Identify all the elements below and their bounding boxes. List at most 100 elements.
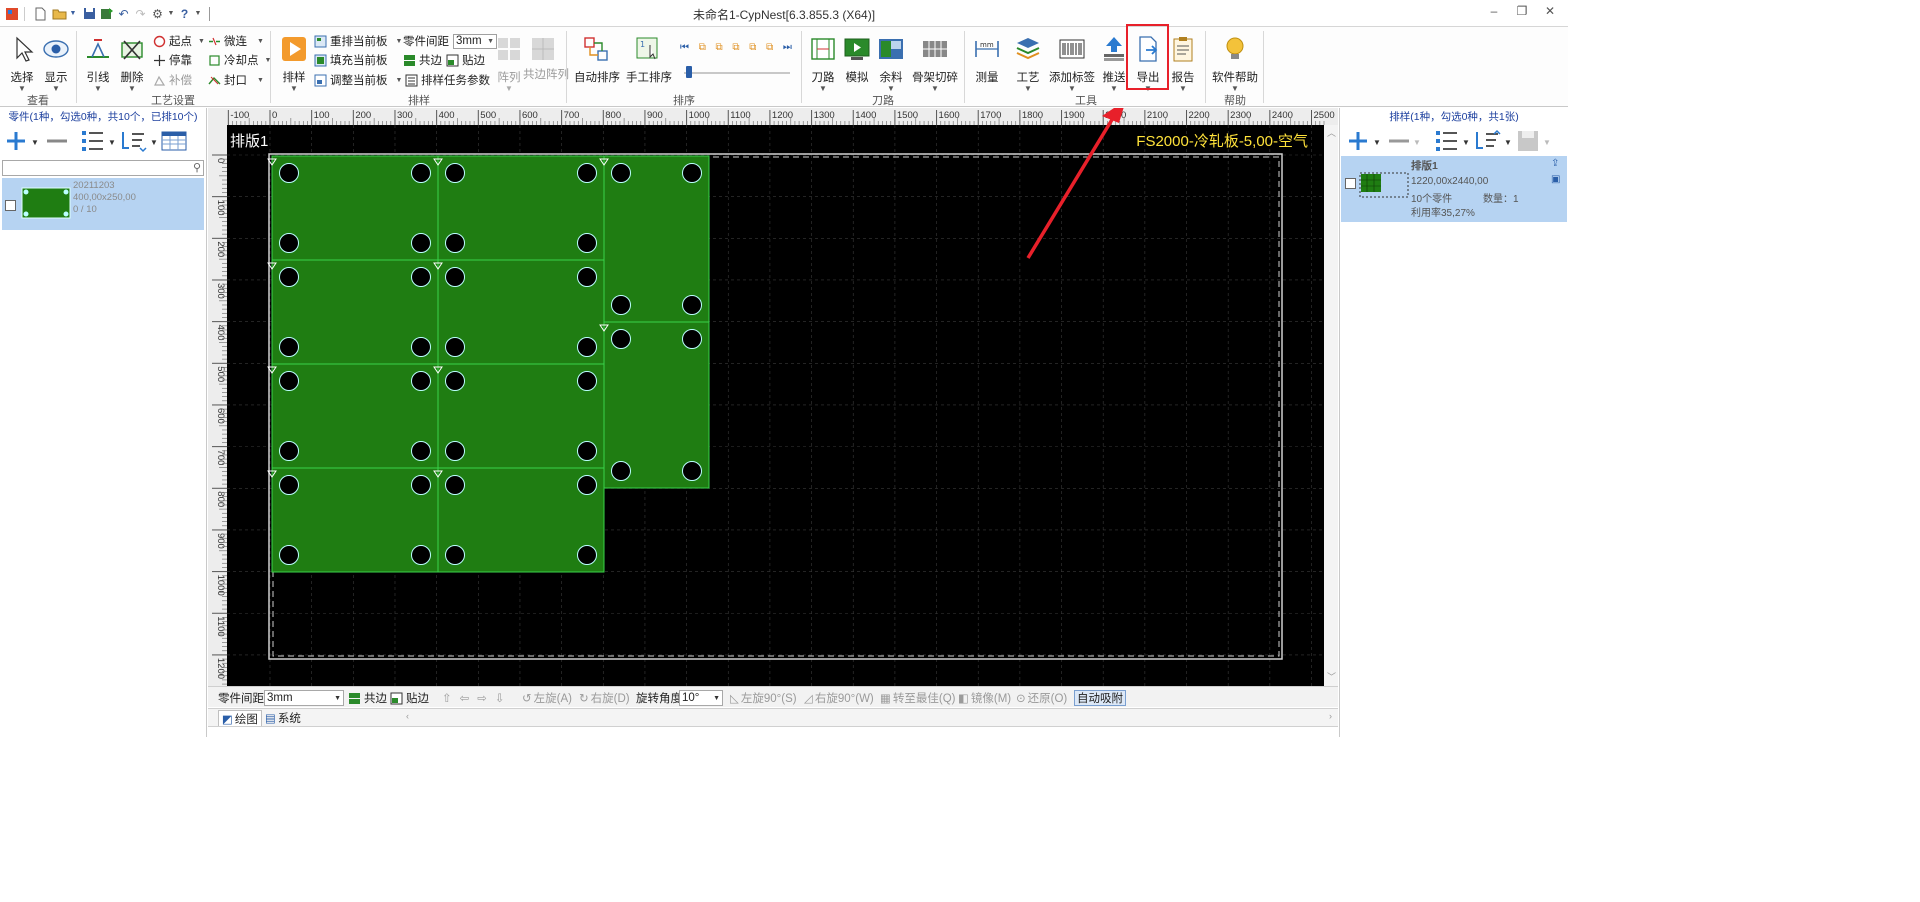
skeleton-cut-button[interactable]: 骨架切碎 ▼ bbox=[912, 33, 958, 93]
bottom-stick-edge-toggle[interactable]: 贴边 bbox=[390, 690, 429, 706]
software-help-button[interactable]: 软件帮助 ▼ bbox=[1212, 33, 1258, 93]
sort-slider[interactable] bbox=[684, 66, 792, 80]
part-hole bbox=[445, 337, 465, 357]
scroll-left-icon[interactable]: ‹ bbox=[406, 711, 409, 721]
rotate-left-button[interactable]: ↺ 左旋(A) bbox=[522, 690, 572, 706]
move-up-icon[interactable]: ⇧ bbox=[442, 691, 452, 705]
sheet-checkbox[interactable] bbox=[1345, 178, 1356, 189]
horizontal-scrollbar[interactable]: ‹ › bbox=[404, 711, 1334, 724]
sheet-detail-icon[interactable]: ▣ bbox=[1551, 174, 1560, 185]
auto-snap-toggle[interactable]: 自动吸附 bbox=[1074, 690, 1126, 706]
tab-draw[interactable]: ◩ 绘图 bbox=[218, 710, 262, 726]
rotate-right-button[interactable]: ↻ 右旋(D) bbox=[579, 690, 630, 706]
list-view-icon[interactable]: ▼ bbox=[80, 129, 116, 153]
manual-sort-icon: 1 bbox=[636, 37, 658, 60]
remnant-icon bbox=[879, 39, 903, 59]
svg-text:▼: ▼ bbox=[1462, 138, 1470, 147]
nest-button[interactable]: 排样 ▼ bbox=[274, 33, 314, 93]
move-right-icon[interactable]: ⇨ bbox=[477, 691, 487, 705]
part-checkbox[interactable] bbox=[5, 200, 16, 211]
seal-button[interactable]: 封口 ▼ bbox=[208, 71, 264, 89]
display-button[interactable]: 显示 ▼ bbox=[36, 33, 76, 93]
stick-edge-toggle[interactable]: 贴边 bbox=[446, 51, 485, 69]
sheet-part-count: 10个零件 bbox=[1411, 194, 1453, 205]
adjust-current-button[interactable]: 调整当前板 ▼ bbox=[314, 71, 402, 89]
ruler-tick-label: 1800 bbox=[1022, 110, 1043, 121]
rotate-best-button[interactable]: ▦ 转至最佳(Q) bbox=[880, 690, 955, 706]
add-sheet-icon[interactable]: ▼ bbox=[1346, 129, 1382, 153]
dropdown-arrow-icon: ▼ bbox=[198, 37, 205, 45]
save-sheet-icon[interactable]: ▼ bbox=[1516, 129, 1552, 153]
stop-point-button[interactable]: 停靠 bbox=[153, 51, 192, 69]
ruler-tick-label: 600 bbox=[522, 110, 538, 121]
fill-current-button[interactable]: 填充当前板 bbox=[314, 51, 388, 69]
ruler-tick-label: 500 bbox=[480, 110, 496, 121]
sheet-upload-icon[interactable]: ⇪ bbox=[1551, 158, 1559, 169]
vertical-scrollbar[interactable] bbox=[1324, 125, 1338, 686]
svg-text:▼: ▼ bbox=[31, 138, 39, 147]
table-view-icon[interactable] bbox=[160, 129, 188, 153]
sort-step-icon[interactable]: ⧉ bbox=[766, 42, 773, 53]
sheet-list-item[interactable]: 排版1 1220,00x2440,00 10个零件 数量：1 利用率35,27%… bbox=[1341, 156, 1567, 222]
restore-button[interactable]: ❐ bbox=[1509, 4, 1535, 22]
remove-part-icon[interactable] bbox=[44, 129, 70, 153]
restore-button[interactable]: ⊙ 还原(O) bbox=[1016, 690, 1067, 706]
sheet-sort-icon[interactable]: ▼ bbox=[1474, 129, 1512, 153]
sort-step-icon[interactable]: ⧉ bbox=[716, 42, 723, 53]
minimize-button[interactable]: – bbox=[1481, 4, 1507, 22]
delete-button[interactable]: 删除 ▼ bbox=[112, 33, 152, 93]
parts-search-input[interactable]: ⚲ bbox=[2, 160, 204, 176]
mirror-button[interactable]: ◧ 镜像(M) bbox=[958, 690, 1011, 706]
part-size: 400,00x250,00 bbox=[73, 192, 136, 203]
sort-step-icon[interactable]: ⧉ bbox=[699, 42, 706, 53]
sheet-name: 排版1 bbox=[1411, 160, 1438, 172]
bottom-common-edge-toggle[interactable]: 共边 bbox=[348, 690, 387, 706]
slider-thumb[interactable] bbox=[686, 66, 692, 78]
part-hole bbox=[611, 163, 631, 183]
part-list-item[interactable]: 20211203 400,00x250,00 0 / 10 bbox=[2, 178, 204, 230]
renest-current-button[interactable]: 重排当前板 ▼ bbox=[314, 32, 402, 50]
search-icon[interactable]: ⚲ bbox=[193, 161, 201, 174]
nest-params-button[interactable]: 排样任务参数 bbox=[405, 71, 490, 89]
compensation-button[interactable]: 补偿 bbox=[153, 71, 192, 89]
auto-sort-button[interactable]: 自动排序 bbox=[574, 33, 620, 93]
skeleton-cut-icon bbox=[923, 41, 947, 57]
tab-system[interactable]: ▤ 系统 bbox=[262, 710, 304, 726]
bottom-part-spacing-input[interactable]: 3mm ▼ bbox=[264, 690, 344, 706]
nesting-canvas[interactable]: -100 0 100 200 300 400 500 600 700 800 900 1000 1100… bbox=[208, 108, 1338, 686]
technology-button[interactable]: 工艺 ▼ bbox=[1008, 33, 1048, 93]
toolpath-icon bbox=[811, 38, 835, 60]
sort-parts-icon[interactable]: ▼ bbox=[120, 129, 158, 153]
title-bar: ▼ ↶ ↷ ⚙ ▼ ? ▼ 未命名1-CypNest[6.3.855.3 (X6… bbox=[0, 0, 1568, 27]
scroll-down-icon[interactable]: ﹀ bbox=[1327, 672, 1336, 682]
sort-step-icon[interactable]: ⧉ bbox=[749, 42, 756, 53]
rotate-left-90-button[interactable]: ◺ 左旋90°(S) bbox=[730, 690, 797, 706]
sheets-panel: 排样(1种，勾选0种，共1张) ▼ ▼ ▼ ▼ ▼ 排版1 1220,00x24… bbox=[1339, 108, 1568, 737]
scroll-right-icon[interactable]: › bbox=[1329, 711, 1332, 721]
measure-button[interactable]: mm 测量 bbox=[967, 33, 1007, 93]
canvas-svg[interactable]: -100 0 100 200 300 400 500 600 700 800 900 1000 1100… bbox=[208, 108, 1338, 686]
close-button[interactable]: ✕ bbox=[1537, 4, 1563, 22]
micro-joint-button[interactable]: 微连 ▼ bbox=[208, 32, 264, 50]
sheet-list-view-icon[interactable]: ▼ bbox=[1434, 129, 1470, 153]
common-edge-toggle[interactable]: 共边 bbox=[403, 51, 442, 69]
report-button[interactable]: 报告 ▼ bbox=[1163, 33, 1203, 93]
rotate-angle-input[interactable]: 10° ▼ bbox=[679, 690, 723, 706]
cooling-point-button[interactable]: 冷却点 ▼ bbox=[208, 51, 271, 69]
ruler-tick-label: 2100 bbox=[1147, 110, 1168, 121]
remnant-button[interactable]: 余料 ▼ bbox=[871, 33, 911, 93]
sort-step-icon[interactable]: ⧉ bbox=[732, 42, 739, 53]
add-label-button[interactable]: 添加标签 ▼ bbox=[1049, 33, 1095, 93]
scroll-up-icon[interactable]: ︿ bbox=[1327, 128, 1336, 138]
move-down-icon[interactable]: ⇩ bbox=[495, 691, 505, 705]
common-edge-array-button[interactable]: 共边阵列 bbox=[523, 33, 569, 93]
start-point-button[interactable]: 起点 ▼ bbox=[153, 32, 205, 50]
first-step-icon[interactable]: ⏮ bbox=[680, 42, 689, 53]
manual-sort-button[interactable]: 1 手工排序 bbox=[626, 33, 672, 93]
part-hole bbox=[682, 163, 702, 183]
rotate-right-90-button[interactable]: ◿ 右旋90°(W) bbox=[804, 690, 874, 706]
last-step-icon[interactable]: ⏭ bbox=[783, 42, 792, 53]
remove-sheet-icon[interactable]: ▼ bbox=[1386, 129, 1422, 153]
add-part-icon[interactable]: ▼ bbox=[4, 129, 40, 153]
move-left-icon[interactable]: ⇦ bbox=[460, 691, 470, 705]
